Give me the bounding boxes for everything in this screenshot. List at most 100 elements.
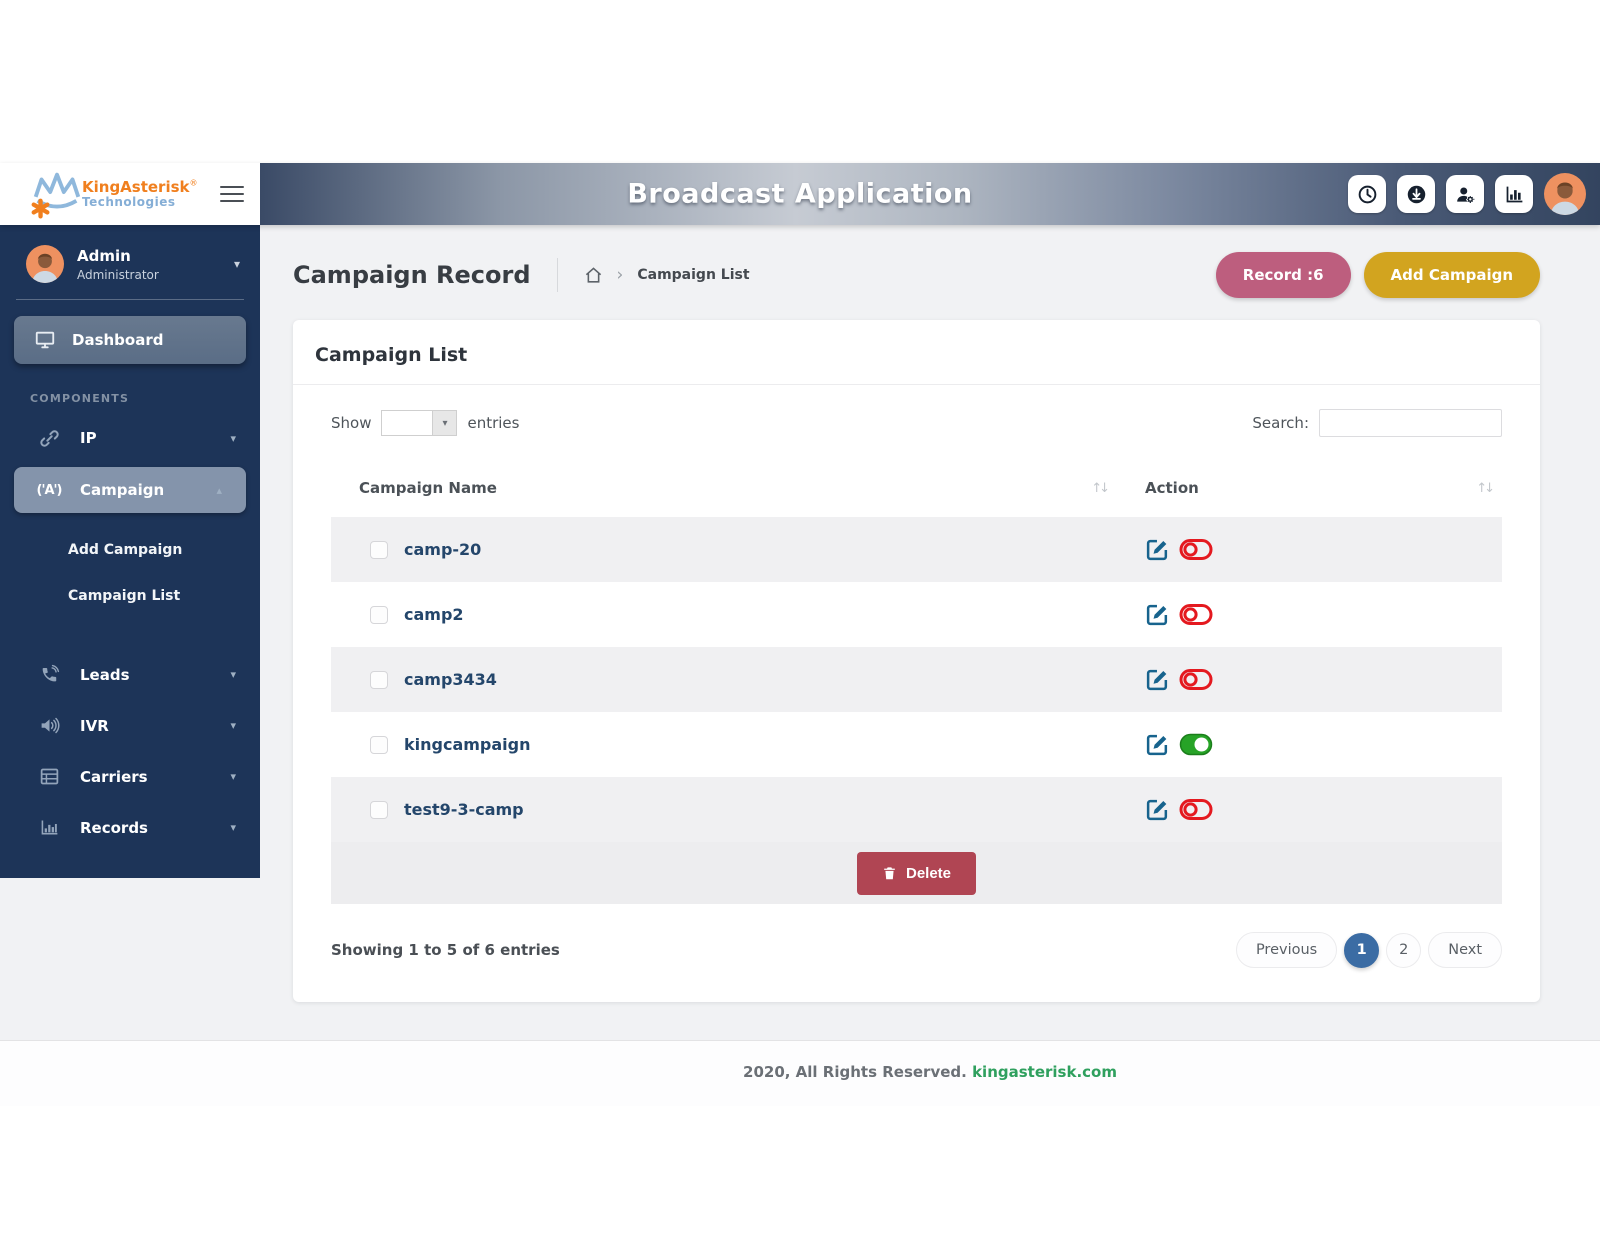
row-checkbox[interactable]: [370, 606, 388, 624]
speaker-icon: [38, 715, 60, 737]
sidebar-item-label: Leads: [80, 666, 130, 684]
brand-area: KingAsterisk® Technologies: [0, 163, 260, 225]
table-controls: Show ▾ entries Search:: [293, 385, 1540, 455]
breadcrumb-separator: ›: [617, 265, 624, 285]
link-icon: [38, 427, 60, 449]
trash-icon: [882, 865, 897, 881]
phone-volume-icon: [38, 664, 60, 686]
brand-name: KingAsterisk: [82, 178, 190, 196]
table-row: camp-20: [331, 517, 1502, 582]
status-toggle-icon[interactable]: [1179, 733, 1213, 756]
chevron-down-icon: ▾: [230, 668, 236, 681]
sidebar-item-dashboard[interactable]: Dashboard: [14, 316, 246, 364]
campaign-name: camp3434: [404, 670, 497, 689]
chevron-up-icon: ▴: [216, 484, 222, 497]
sidebar-item-leads[interactable]: Leads ▾: [0, 649, 260, 700]
components-section-label: COMPONENTS: [30, 392, 260, 405]
page-title: Campaign Record: [293, 261, 531, 289]
sidebar-user-block[interactable]: Admin Administrator ▾: [0, 225, 260, 283]
campaign-list-card: Campaign List Show ▾ entries Search: Cam…: [293, 320, 1540, 1002]
status-toggle-icon[interactable]: [1179, 668, 1213, 691]
pagination-page-1[interactable]: 1: [1344, 933, 1379, 968]
campaign-name: camp-20: [404, 540, 481, 559]
delete-button[interactable]: Delete: [857, 852, 976, 895]
page-header: Campaign Record › Campaign List Record :…: [293, 252, 1540, 298]
sidebar-item-carriers[interactable]: Carriers ▾: [0, 751, 260, 802]
status-toggle-icon[interactable]: [1179, 603, 1213, 626]
main-content: Campaign Record › Campaign List Record :…: [260, 225, 1600, 1002]
footer-link[interactable]: kingasterisk.com: [972, 1063, 1117, 1081]
show-label: Show: [331, 414, 371, 432]
header-action-icons: [1348, 173, 1586, 215]
edit-icon[interactable]: [1145, 602, 1170, 627]
edit-icon[interactable]: [1145, 797, 1170, 822]
pagination-previous[interactable]: Previous: [1236, 932, 1337, 968]
hamburger-menu-icon[interactable]: [220, 181, 244, 207]
record-count-badge: Record :6: [1216, 252, 1351, 298]
top-bar: KingAsterisk® Technologies Broadcast App…: [0, 163, 1600, 225]
table-row: kingcampaign: [331, 712, 1502, 777]
sidebar-item-label: Campaign: [80, 481, 164, 499]
search-label: Search:: [1252, 414, 1309, 432]
list-table-icon: [38, 766, 60, 788]
sort-icon[interactable]: ↑↓: [1476, 481, 1502, 496]
sidebar-item-ivr[interactable]: IVR ▾: [0, 700, 260, 751]
table-row: camp2: [331, 582, 1502, 647]
entries-select[interactable]: ▾: [381, 410, 457, 436]
sidebar-item-add-campaign[interactable]: Add Campaign: [68, 527, 260, 573]
column-header-campaign-name[interactable]: Campaign Name ↑↓: [331, 479, 1117, 497]
user-avatar[interactable]: [1544, 173, 1586, 215]
brand-subtitle: Technologies: [82, 196, 198, 209]
chevron-down-icon: ▾: [230, 821, 236, 834]
clock-icon[interactable]: [1348, 175, 1386, 213]
breadcrumb-current: Campaign List: [637, 267, 749, 283]
breadcrumb: › Campaign List: [584, 265, 750, 285]
dashboard-label: Dashboard: [72, 331, 163, 349]
edit-icon[interactable]: [1145, 732, 1170, 757]
sidebar: Admin Administrator ▾ Dashboard COMPONEN…: [0, 225, 260, 878]
row-checkbox[interactable]: [370, 801, 388, 819]
row-checkbox[interactable]: [370, 671, 388, 689]
campaign-name: test9-3-camp: [404, 800, 524, 819]
download-icon[interactable]: [1397, 175, 1435, 213]
entries-label: entries: [467, 414, 519, 432]
sidebar-item-campaign-list[interactable]: Campaign List: [68, 573, 260, 619]
column-header-action[interactable]: Action ↑↓: [1117, 479, 1502, 497]
sidebar-item-label: Records: [80, 819, 148, 837]
sidebar-item-records[interactable]: Records ▾: [0, 802, 260, 853]
status-toggle-icon[interactable]: [1179, 538, 1213, 561]
edit-icon[interactable]: [1145, 537, 1170, 562]
pagination: Previous 1 2 Next: [1236, 932, 1502, 968]
user-settings-icon[interactable]: [1446, 175, 1484, 213]
campaign-name: kingcampaign: [404, 735, 531, 754]
chevron-down-icon: ▾: [230, 770, 236, 783]
pagination-page-2[interactable]: 2: [1386, 933, 1421, 968]
home-icon[interactable]: [584, 266, 603, 285]
header-vertical-divider: [557, 258, 558, 292]
statistics-icon[interactable]: [1495, 175, 1533, 213]
entries-summary: Showing 1 to 5 of 6 entries: [331, 941, 560, 959]
chevron-down-icon[interactable]: ▾: [234, 257, 240, 271]
sidebar-divider: [16, 299, 244, 300]
sort-icon[interactable]: ↑↓: [1091, 481, 1117, 496]
add-campaign-button[interactable]: Add Campaign: [1364, 252, 1540, 298]
campaign-table: Campaign Name ↑↓ Action ↑↓ camp-20: [331, 459, 1502, 904]
campaign-submenu: Add Campaign Campaign List: [0, 513, 260, 619]
sidebar-item-label: Carriers: [80, 768, 148, 786]
status-toggle-icon[interactable]: [1179, 798, 1213, 821]
search-input[interactable]: [1319, 409, 1502, 437]
monitor-icon: [34, 329, 56, 351]
card-title: Campaign List: [293, 320, 1540, 385]
pagination-next[interactable]: Next: [1428, 932, 1502, 968]
sidebar-item-label: IP: [80, 429, 97, 447]
sidebar-user-avatar: [26, 245, 64, 283]
app-title: Broadcast Application: [627, 179, 972, 210]
edit-icon[interactable]: [1145, 667, 1170, 692]
sidebar-item-ip[interactable]: IP ▾: [0, 413, 260, 463]
row-checkbox[interactable]: [370, 736, 388, 754]
row-checkbox[interactable]: [370, 541, 388, 559]
chevron-down-icon: ▾: [230, 432, 236, 445]
user-role: Administrator: [77, 268, 159, 282]
user-name: Admin: [77, 247, 159, 265]
sidebar-item-campaign[interactable]: ('A') Campaign ▴: [14, 467, 246, 513]
